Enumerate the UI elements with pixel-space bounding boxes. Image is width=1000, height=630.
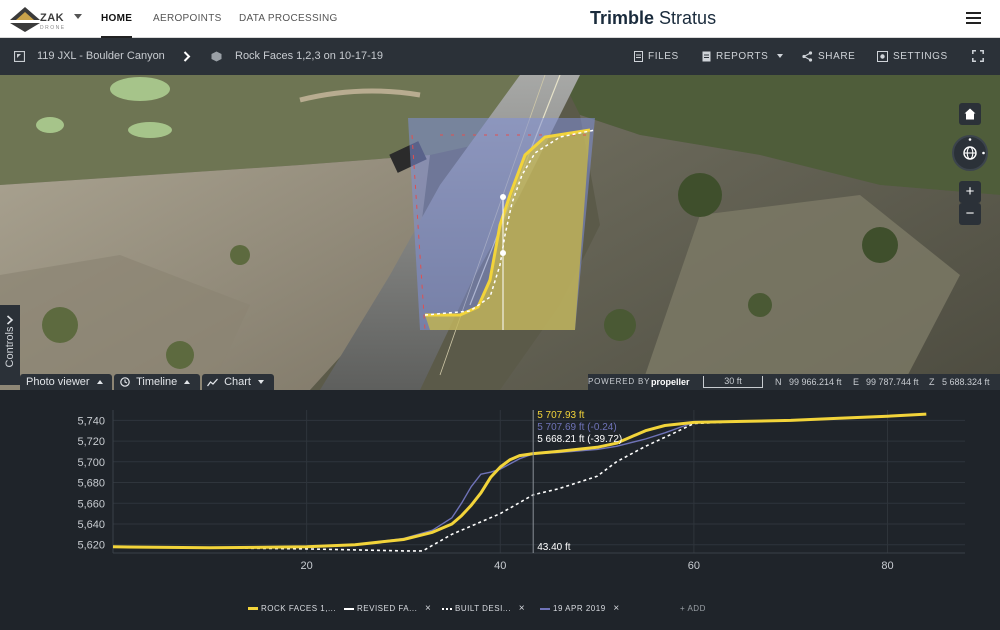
y-tick-label: 5,740 bbox=[77, 415, 105, 427]
legend-label: 19 APR 2019 bbox=[553, 604, 606, 613]
logo-subtext: DRONE bbox=[40, 25, 66, 31]
files-icon bbox=[634, 50, 643, 62]
cursor-readout-2: 5 668.21 ft (-39.72) bbox=[537, 434, 622, 445]
settings-button[interactable]: SETTINGS bbox=[877, 38, 948, 75]
menu-icon[interactable] bbox=[966, 12, 981, 24]
remove-series-icon[interactable]: × bbox=[425, 603, 431, 614]
coord-z-value: 5 688.324 ft bbox=[942, 377, 990, 387]
cursor-readout-0: 5 707.93 ft bbox=[537, 410, 584, 421]
clock-icon bbox=[120, 377, 130, 387]
coord-z-label: Z bbox=[929, 377, 935, 387]
share-icon bbox=[802, 51, 813, 62]
photo-viewer-tab[interactable]: Photo viewer bbox=[20, 374, 112, 391]
zoom-in-button[interactable]: + bbox=[959, 181, 981, 203]
series-line-0 bbox=[112, 412, 927, 550]
share-button[interactable]: SHARE bbox=[802, 38, 855, 75]
reports-icon bbox=[702, 51, 711, 62]
settings-label: SETTINGS bbox=[893, 51, 948, 62]
reports-button[interactable]: REPORTS bbox=[702, 38, 783, 75]
map-status-bar: POWERED BY propeller 30 ft N 99 966.214 … bbox=[588, 374, 1000, 390]
legend-label: ROCK FACES 1,... bbox=[261, 604, 337, 613]
y-tick-label: 5,700 bbox=[77, 457, 105, 469]
logo-text: ZAK bbox=[40, 12, 65, 24]
nav-tab-aeropoints[interactable]: AEROPOINTS bbox=[153, 0, 222, 38]
brand-title: Trimble Stratus bbox=[590, 8, 716, 29]
propeller-logo: propeller bbox=[651, 377, 690, 387]
y-tick-label: 5,640 bbox=[77, 519, 105, 531]
y-tick-label: 5,620 bbox=[77, 540, 105, 552]
x-axis-ticks: 20 40 60 80 bbox=[301, 560, 894, 572]
legend-swatch bbox=[248, 607, 258, 611]
chart-label: Chart bbox=[224, 376, 251, 388]
scale-bar: 30 ft bbox=[703, 376, 763, 388]
compass-button[interactable] bbox=[952, 135, 988, 171]
line-chart-icon bbox=[206, 378, 218, 386]
y-tick-label: 5,720 bbox=[77, 436, 105, 448]
brand-bold: Trimble bbox=[590, 8, 655, 28]
x-tick-label: 20 bbox=[301, 560, 313, 572]
settings-icon bbox=[877, 50, 888, 62]
project-bar: 119 JXL - Boulder Canyon Rock Faces 1,2,… bbox=[0, 38, 1000, 75]
org-dropdown-caret-icon[interactable] bbox=[74, 14, 82, 19]
nav-tab-home[interactable]: HOME bbox=[101, 0, 133, 38]
powered-by-label: POWERED BY bbox=[588, 377, 651, 386]
legend-swatch bbox=[540, 607, 550, 610]
y-axis-ticks: 5,620 5,640 5,660 5,680 5,700 5,720 5,740 bbox=[77, 415, 105, 551]
controls-label: Controls bbox=[4, 326, 16, 368]
legend-swatch bbox=[344, 607, 354, 610]
brand-light: Stratus bbox=[659, 8, 717, 28]
legend-swatch bbox=[442, 607, 452, 610]
chart-tab[interactable]: Chart bbox=[202, 374, 274, 391]
elevation-profile-panel: 5,620 5,640 5,660 5,680 5,700 5,720 5,740 20 40… bbox=[0, 390, 1000, 625]
files-button[interactable]: FILES bbox=[634, 38, 679, 75]
timeline-tab[interactable]: Timeline bbox=[114, 374, 200, 391]
3d-map-viewport[interactable]: + − bbox=[0, 75, 1000, 390]
controls-panel-toggle[interactable]: Controls bbox=[0, 305, 20, 385]
x-tick-label: 80 bbox=[881, 560, 893, 572]
globe-icon bbox=[963, 138, 985, 160]
home-icon bbox=[964, 108, 976, 120]
cursor-x-label: 43.40 ft bbox=[537, 542, 571, 553]
legend-item-revised[interactable]: REVISED FA... × bbox=[344, 603, 431, 615]
breadcrumb-survey[interactable]: Rock Faces 1,2,3 on 10-17-19 bbox=[235, 38, 383, 75]
coord-n-label: N bbox=[775, 377, 782, 387]
elevation-profile-chart[interactable]: 5,620 5,640 5,660 5,680 5,700 5,720 5,740 20 40… bbox=[0, 390, 1000, 625]
top-navigation-bar: ZAK DRONE HOME AEROPOINTS DATA PROCESSIN… bbox=[0, 0, 1000, 38]
legend-item-19-apr-2019[interactable]: 19 APR 2019 × bbox=[540, 603, 620, 615]
legend-item-rock-faces[interactable]: ROCK FACES 1,... bbox=[248, 603, 336, 615]
timeline-label: Timeline bbox=[136, 376, 178, 388]
chevron-right-icon bbox=[183, 51, 191, 62]
files-label: FILES bbox=[648, 51, 679, 62]
photo-viewer-label: Photo viewer bbox=[26, 376, 90, 388]
collapse-panel-icon[interactable] bbox=[14, 51, 25, 62]
breadcrumb-site[interactable]: 119 JXL - Boulder Canyon bbox=[37, 38, 165, 75]
add-series-button[interactable]: + ADD bbox=[680, 603, 706, 615]
x-tick-label: 40 bbox=[494, 560, 506, 572]
x-tick-label: 60 bbox=[688, 560, 700, 572]
legend-label: BUILT DESI... bbox=[455, 604, 511, 613]
coord-e-value: 99 787.744 ft bbox=[866, 377, 919, 387]
coord-n-value: 99 966.214 ft bbox=[789, 377, 842, 387]
terrain-scene[interactable] bbox=[0, 75, 1000, 390]
chart-cursor[interactable]: 5 707.93 ft5 707.69 ft (-0.24)5 668.21 f… bbox=[532, 410, 622, 553]
survey-cube-icon bbox=[211, 51, 222, 62]
reports-caret-icon bbox=[776, 54, 783, 59]
zoom-out-button[interactable]: − bbox=[959, 203, 981, 225]
remove-series-icon[interactable]: × bbox=[519, 603, 525, 614]
nav-tab-data-processing[interactable]: DATA PROCESSING bbox=[239, 0, 338, 38]
chevron-up-icon bbox=[96, 380, 103, 385]
remove-series-icon[interactable]: × bbox=[613, 603, 619, 614]
legend-label: REVISED FA... bbox=[357, 604, 418, 613]
y-tick-label: 5,680 bbox=[77, 478, 105, 490]
share-label: SHARE bbox=[818, 51, 856, 62]
home-view-button[interactable] bbox=[959, 103, 981, 125]
legend-item-built-design[interactable]: BUILT DESI... × bbox=[442, 603, 525, 615]
reports-label: REPORTS bbox=[716, 51, 769, 62]
chevron-up-icon bbox=[184, 380, 191, 385]
chevron-down-icon bbox=[258, 380, 265, 385]
fullscreen-icon[interactable] bbox=[972, 50, 984, 62]
cursor-readout-1: 5 707.69 ft (-0.24) bbox=[537, 422, 617, 433]
y-tick-label: 5,660 bbox=[77, 498, 105, 510]
coord-e-label: E bbox=[853, 377, 860, 387]
